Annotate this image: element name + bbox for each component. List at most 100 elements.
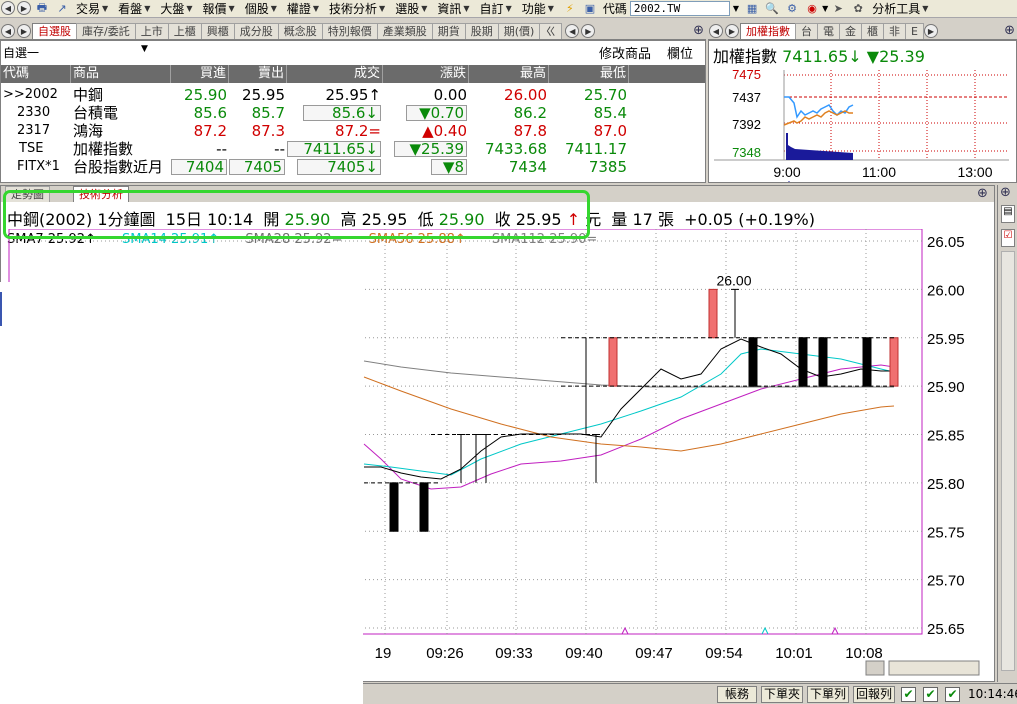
col-ask[interactable]: 賣出 [229, 65, 287, 83]
x-tick-label: 09:54 [705, 645, 743, 662]
chart-zoom-icon[interactable]: ⊕ [977, 186, 988, 201]
col-bid[interactable]: 買進 [171, 65, 229, 83]
side-tab-2[interactable]: ☑ [1001, 229, 1015, 247]
tab-scroll-right-icon[interactable]: ▶ [17, 24, 31, 38]
tab-inventory[interactable]: 庫存/委託 [76, 23, 136, 39]
pointer-icon[interactable]: ➤ [830, 2, 846, 16]
forward-icon[interactable]: ▶ [17, 1, 31, 15]
tab-electronics[interactable]: 電 [817, 23, 840, 39]
group-select[interactable]: 自選一 ▼ [3, 44, 148, 61]
tab-tw[interactable]: 台 [795, 23, 818, 39]
lightning-icon[interactable]: ⚡ [562, 2, 578, 16]
watchlist-panel: 自選一 ▼ 修改商品 欄位 代碼 商品 買進 賣出 成交 漲跌 最高 最低 >>2… [0, 40, 706, 183]
tab-non-finance[interactable]: 非 [883, 23, 906, 39]
tab-futures[interactable]: 期貨 [431, 23, 466, 39]
menu-watch[interactable]: 看盤 ▼ [114, 0, 156, 17]
alert-icon[interactable]: ◉ [804, 2, 820, 16]
tab-e[interactable]: E [905, 23, 924, 39]
tab-special-quote[interactable]: 特別報價 [321, 23, 378, 39]
col-change[interactable]: 漲跌 [383, 65, 469, 83]
row-name: 中鋼 [73, 86, 104, 104]
index-y-tick: 7437 [732, 90, 761, 105]
chart-icon[interactable]: ▦ [744, 2, 760, 16]
menu-quote[interactable]: 報價 ▼ [199, 0, 241, 17]
tab-taiex[interactable]: 加權指數 [740, 23, 796, 39]
table-row[interactable]: FITX*1 台股指數近月 7404 7405 7405↓ ▼8 7434 73… [1, 158, 705, 176]
check-icon[interactable]: ✔ [901, 687, 916, 702]
tab-industry[interactable]: 產業類股 [376, 23, 433, 39]
tab-otc[interactable]: 上櫃 [167, 23, 202, 39]
col-high[interactable]: 最高 [469, 65, 549, 83]
table-row[interactable]: 2317 鴻海 87.2 87.3 87.2= ▲0.40 87.8 87.0 [1, 122, 705, 140]
tools-icon[interactable]: ⚙ [784, 2, 800, 16]
tab-finance[interactable]: 金 [839, 23, 862, 39]
menu-function[interactable]: 功能 ▼ [518, 0, 560, 17]
tab-concept[interactable]: 概念股 [277, 23, 323, 39]
side-scrollbar[interactable] [1001, 251, 1015, 671]
tab-scroll-left-icon[interactable]: ◀ [1, 24, 15, 38]
side-tab-1[interactable]: ▤ [1001, 205, 1015, 223]
row-change: 0.00 [433, 86, 467, 104]
row-last: 25.95↑ [325, 86, 381, 104]
print-icon[interactable]: 🖶 [34, 1, 50, 16]
edit-symbols-button[interactable]: 修改商品 [599, 43, 651, 62]
menu-custom[interactable]: 自訂 ▼ [476, 0, 518, 17]
table-row[interactable]: >>2002 中鋼 25.90 25.95 25.95↑ 0.00 26.00 … [1, 86, 705, 104]
menu-trade[interactable]: 交易 ▼ [72, 0, 114, 17]
tab-emerging[interactable]: 興櫃 [200, 23, 235, 39]
account-button[interactable]: 帳務 [717, 686, 757, 703]
y-tick-label: 26.00 [927, 282, 965, 299]
menu-tech-analysis[interactable]: 技術分析 ▼ [325, 0, 391, 17]
search-icon[interactable]: 🔍 [764, 2, 780, 16]
side-zoom-icon[interactable]: ⊕ [1000, 185, 1011, 200]
menu-market[interactable]: 大盤 ▼ [156, 0, 198, 17]
col-low[interactable]: 最低 [549, 65, 629, 83]
settings-icon[interactable]: ✿ [850, 2, 866, 16]
analysis-tool-menu[interactable]: 分析工具 ▼ [868, 0, 934, 17]
row-code: >>2002 [3, 87, 58, 102]
index-y-tick: 7348 [732, 145, 761, 160]
report-bar-button[interactable]: 回報列 [853, 686, 895, 703]
order-bar-button[interactable]: 下單列 [807, 686, 849, 703]
order-folder-button[interactable]: 下單夾 [761, 686, 803, 703]
menu-info[interactable]: 資訊 ▼ [433, 0, 475, 17]
tab-listed[interactable]: 上市 [134, 23, 169, 39]
row-code: FITX*1 [17, 159, 60, 174]
col-code[interactable]: 代碼 [1, 65, 71, 83]
blank-overlay [0, 282, 363, 704]
row-ask: 25.95 [242, 86, 285, 104]
table-row[interactable]: TSE 加權指數 -- -- 7411.65↓ ▼25.39 7433.68 7… [1, 140, 705, 158]
fields-button[interactable]: 欄位 [667, 43, 693, 62]
signal-marker [831, 626, 839, 635]
index-x-tick: 13:00 [957, 164, 992, 180]
x-tick-label: 09:26 [426, 645, 464, 662]
menu-screener[interactable]: 選股 ▼ [391, 0, 433, 17]
tab-futures-price[interactable]: 期(價) [497, 23, 541, 39]
menu-warrant[interactable]: 權證 ▼ [283, 0, 325, 17]
tab-more[interactable]: ㄍ [539, 23, 563, 39]
lock-icon[interactable]: ▣ [582, 2, 598, 16]
zoom-in-icon[interactable]: ⊕ [693, 23, 704, 38]
index-tab-right-icon[interactable]: ▶ [725, 24, 739, 38]
ma-line [363, 376, 895, 452]
tab-stock-futures[interactable]: 股期 [464, 23, 499, 39]
index-tab-left-icon[interactable]: ◀ [709, 24, 723, 38]
menu-stock[interactable]: 個股 ▼ [241, 0, 283, 17]
tab-components[interactable]: 成分股 [233, 23, 279, 39]
check-icon[interactable]: ✔ [923, 687, 938, 702]
candle-body [419, 482, 429, 532]
tab-nav-right-icon[interactable]: ▶ [581, 24, 596, 38]
index-nav-right-icon[interactable]: ▶ [923, 24, 938, 38]
row-bid: 85.6 [193, 104, 227, 122]
index-zoom-icon[interactable]: ⊕ [1004, 23, 1015, 38]
tab-watchlist[interactable]: 自選股 [32, 23, 77, 39]
check-icon[interactable]: ✔ [945, 687, 960, 702]
tab-otc-index[interactable]: 櫃 [861, 23, 884, 39]
table-row[interactable]: 2330 台積電 85.6 85.7 85.6↓ ▼0.70 86.2 85.4 [1, 104, 705, 122]
col-last[interactable]: 成交 [287, 65, 383, 83]
code-input[interactable]: 2002.TW [629, 1, 730, 16]
back-icon[interactable]: ◀ [1, 1, 15, 15]
tab-nav-left-icon[interactable]: ◀ [565, 24, 580, 38]
open-external-icon[interactable]: ↗ [54, 2, 70, 16]
col-name[interactable]: 商品 [71, 65, 171, 83]
